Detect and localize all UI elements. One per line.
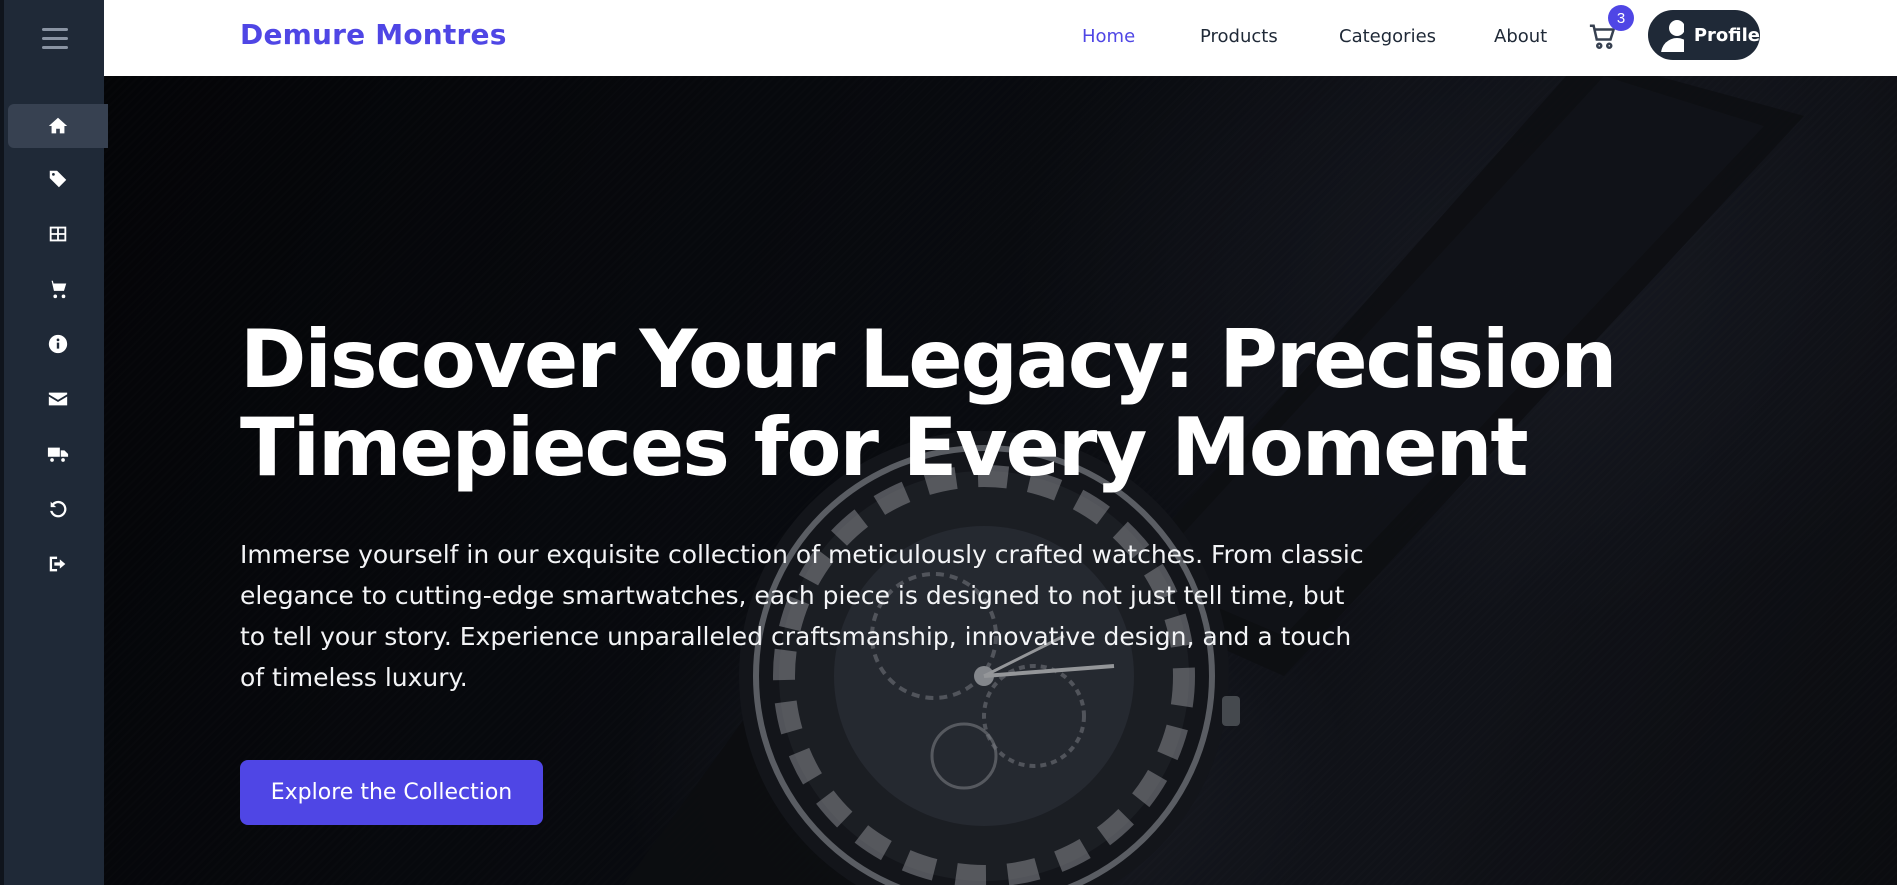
explore-collection-button[interactable]: Explore the Collection [240, 760, 543, 825]
sidebar-item-home[interactable] [8, 104, 108, 148]
cart-count-badge: 3 [1608, 5, 1634, 31]
sidebar [0, 0, 108, 885]
sidebar-item-returns[interactable] [8, 487, 108, 531]
envelope-icon [48, 392, 68, 406]
brand-logo[interactable]: Demure Montres [240, 18, 507, 51]
hero-title: Discover Your Legacy: Precision Timepiec… [240, 313, 1617, 494]
nav-link-about[interactable]: About [1494, 26, 1547, 47]
top-navbar: Demure Montres Home Products Categories … [104, 0, 1897, 76]
grid-icon [49, 226, 67, 242]
sign-out-icon [49, 556, 66, 572]
hamburger-menu-icon[interactable] [42, 28, 68, 50]
home-icon [48, 117, 68, 134]
sidebar-item-shipping[interactable] [8, 432, 108, 476]
user-avatar-icon [1660, 18, 1684, 52]
sidebar-item-tags[interactable] [8, 157, 108, 201]
sidebar-item-cart[interactable] [8, 267, 108, 311]
tag-icon [49, 170, 67, 188]
nav-link-home[interactable]: Home [1082, 26, 1135, 47]
nav-link-products[interactable]: Products [1200, 26, 1278, 47]
hero-description: Immerse yourself in our exquisite collec… [240, 540, 1364, 692]
undo-icon [50, 500, 67, 518]
sidebar-item-info[interactable] [8, 322, 108, 366]
cart-icon [48, 280, 67, 299]
profile-button[interactable]: Profile [1648, 10, 1760, 60]
truck-icon [47, 447, 69, 462]
hero-section: Discover Your Legacy: Precision Timepiec… [104, 76, 1897, 885]
sidebar-item-contact[interactable] [8, 377, 108, 421]
profile-label: Profile [1693, 24, 1760, 46]
nav-link-categories[interactable]: Categories [1339, 26, 1436, 47]
sidebar-item-logout[interactable] [8, 542, 108, 586]
sidebar-item-grid[interactable] [8, 212, 108, 256]
info-icon [48, 334, 68, 354]
